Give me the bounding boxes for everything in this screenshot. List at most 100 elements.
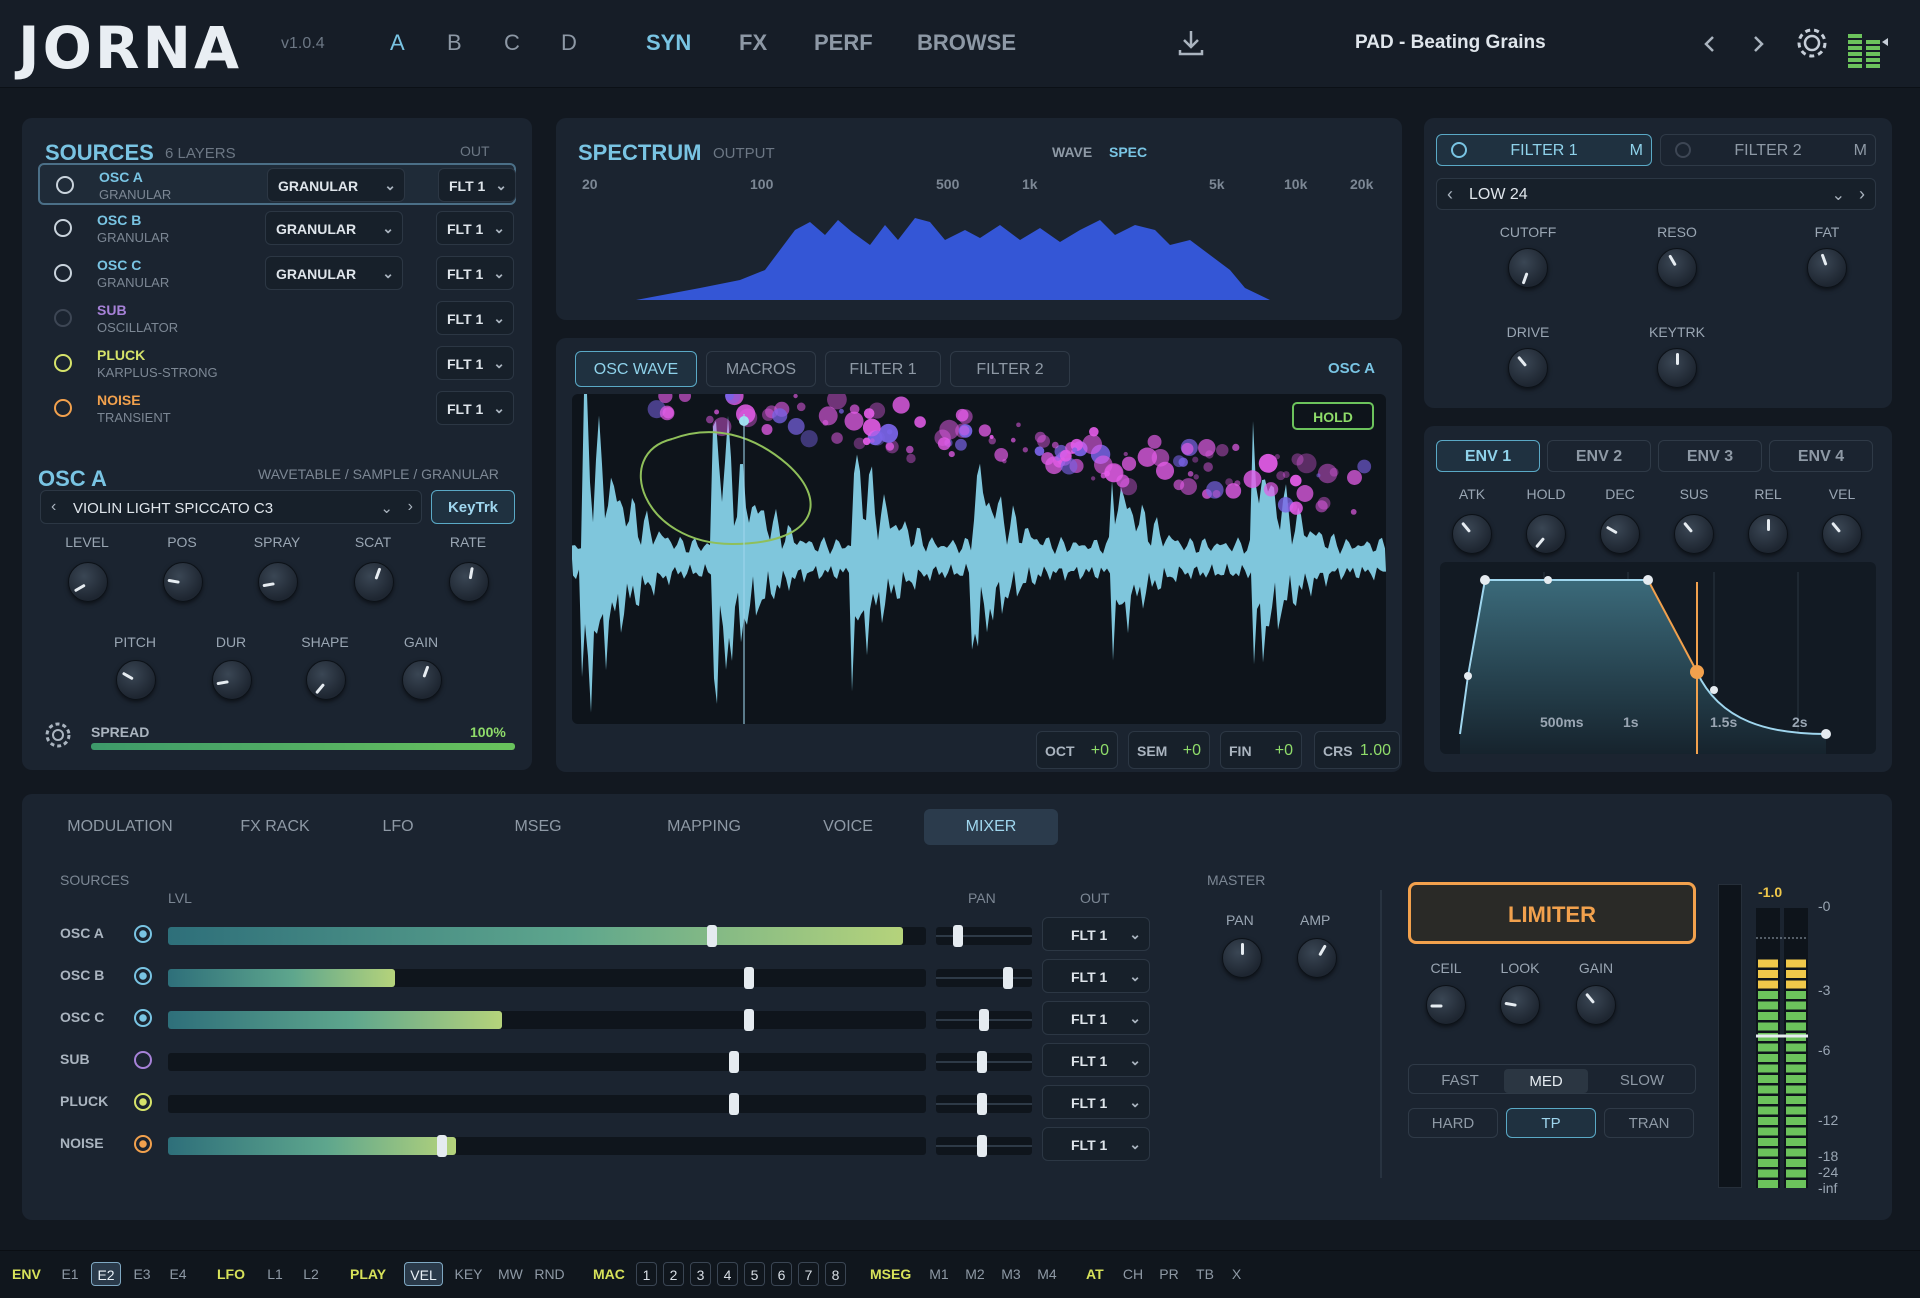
level-thumb[interactable] bbox=[437, 1135, 447, 1157]
play-mw[interactable]: MW bbox=[494, 1262, 527, 1286]
level-slider[interactable] bbox=[168, 927, 926, 945]
pan-thumb[interactable] bbox=[1003, 967, 1013, 989]
tab-env-4[interactable]: ENV 4 bbox=[1769, 440, 1873, 472]
play-vel[interactable]: VEL bbox=[404, 1262, 443, 1286]
mixer-out-select[interactable]: FLT 1 ⌄ bbox=[1042, 959, 1150, 993]
knob-gain[interactable] bbox=[402, 660, 442, 700]
level-slider[interactable] bbox=[168, 1011, 926, 1029]
knob-atk[interactable] bbox=[1452, 514, 1492, 554]
source-out-select[interactable]: FLT 1 ⌄ bbox=[436, 256, 514, 290]
tab-browse[interactable]: BROWSE bbox=[917, 30, 1016, 56]
knob-sus[interactable] bbox=[1674, 514, 1714, 554]
tab-lfo[interactable]: LFO bbox=[336, 809, 460, 845]
mixer-out-select[interactable]: FLT 1 ⌄ bbox=[1042, 1085, 1150, 1119]
power-icon[interactable] bbox=[134, 967, 152, 985]
limit-mode-tp[interactable]: TP bbox=[1506, 1108, 1596, 1138]
knob-hold[interactable] bbox=[1526, 514, 1566, 554]
level-slider[interactable] bbox=[168, 1053, 926, 1071]
slot-d[interactable]: D bbox=[561, 30, 577, 56]
mseg-m3[interactable]: M3 bbox=[996, 1262, 1026, 1286]
tuning-oct[interactable]: OCT +0 bbox=[1036, 731, 1118, 769]
pan-thumb[interactable] bbox=[977, 1051, 987, 1073]
filter-type-select[interactable]: ‹ LOW 24 ⌄ › bbox=[1436, 178, 1876, 210]
tab-voice[interactable]: VOICE bbox=[768, 809, 928, 845]
tab-filter-1[interactable]: FILTER 1 M bbox=[1436, 134, 1652, 166]
tab-osc-wave[interactable]: OSC WAVE bbox=[575, 351, 697, 387]
power-icon[interactable] bbox=[54, 354, 72, 372]
master-amp-knob[interactable] bbox=[1297, 938, 1337, 978]
knob-fat[interactable] bbox=[1807, 248, 1847, 288]
speed-slow[interactable]: SLOW bbox=[1600, 1066, 1684, 1096]
slot-a[interactable]: A bbox=[390, 30, 405, 56]
source-mode-select[interactable]: GRANULAR ⌄ bbox=[265, 211, 403, 245]
pan-slider[interactable] bbox=[936, 1095, 1032, 1113]
pan-thumb[interactable] bbox=[979, 1009, 989, 1031]
knob-reso[interactable] bbox=[1657, 248, 1697, 288]
mseg-m4[interactable]: M4 bbox=[1032, 1262, 1062, 1286]
knob-lim-ceil[interactable] bbox=[1426, 985, 1466, 1025]
mseg-m2[interactable]: M2 bbox=[960, 1262, 990, 1286]
tab-filter-2[interactable]: FILTER 2 bbox=[950, 351, 1070, 387]
chevron-right-icon[interactable] bbox=[1748, 32, 1768, 56]
chevron-left-icon[interactable] bbox=[1700, 32, 1720, 56]
wave-toggle[interactable]: WAVE bbox=[1052, 144, 1092, 160]
tab-mseg[interactable]: MSEG bbox=[476, 809, 600, 845]
mixer-out-select[interactable]: FLT 1 ⌄ bbox=[1042, 1043, 1150, 1077]
tab-fx-rack[interactable]: FX RACK bbox=[195, 809, 355, 845]
env-e1[interactable]: E1 bbox=[55, 1262, 85, 1286]
source-row-noise[interactable]: NOISE TRANSIENT FLT 1 ⌄ bbox=[38, 388, 516, 430]
source-out-select[interactable]: FLT 1 ⌄ bbox=[436, 211, 514, 245]
knob-scat[interactable] bbox=[354, 562, 394, 602]
tab-perf[interactable]: PERF bbox=[814, 30, 873, 56]
play-rnd[interactable]: RND bbox=[530, 1262, 569, 1286]
gear-icon[interactable] bbox=[43, 720, 73, 750]
osc-wave-view[interactable]: HOLD bbox=[572, 394, 1386, 724]
chevron-left-icon[interactable]: ‹ bbox=[51, 498, 56, 516]
pan-slider[interactable] bbox=[936, 1011, 1032, 1029]
at-ch[interactable]: CH bbox=[1118, 1262, 1148, 1286]
power-icon[interactable] bbox=[1451, 142, 1467, 158]
mac-3[interactable]: 3 bbox=[690, 1262, 711, 1286]
at-tb[interactable]: TB bbox=[1190, 1262, 1220, 1286]
tuning-fin[interactable]: FIN +0 bbox=[1220, 731, 1302, 769]
mute-toggle[interactable]: M bbox=[1630, 142, 1643, 160]
tab-env-2[interactable]: ENV 2 bbox=[1547, 440, 1651, 472]
knob-spray[interactable] bbox=[258, 562, 298, 602]
knob-dec[interactable] bbox=[1600, 514, 1640, 554]
knob-drive[interactable] bbox=[1508, 348, 1548, 388]
limiter-button[interactable]: LIMITER bbox=[1408, 882, 1696, 944]
level-thumb[interactable] bbox=[707, 925, 717, 947]
tab-filter-2[interactable]: FILTER 2 M bbox=[1660, 134, 1876, 166]
env-e4[interactable]: E4 bbox=[163, 1262, 193, 1286]
mac-2[interactable]: 2 bbox=[663, 1262, 684, 1286]
knob-pos[interactable] bbox=[163, 562, 203, 602]
env-e2[interactable]: E2 bbox=[91, 1262, 121, 1286]
at-pr[interactable]: PR bbox=[1154, 1262, 1184, 1286]
knob-lim-gain[interactable] bbox=[1576, 985, 1616, 1025]
source-row-pluck[interactable]: PLUCK KARPLUS-STRONG FLT 1 ⌄ bbox=[38, 343, 516, 385]
env-e3[interactable]: E3 bbox=[127, 1262, 157, 1286]
mac-8[interactable]: 8 bbox=[825, 1262, 846, 1286]
chevron-right-icon[interactable]: › bbox=[408, 498, 413, 516]
power-icon[interactable] bbox=[134, 1135, 152, 1153]
mac-7[interactable]: 7 bbox=[798, 1262, 819, 1286]
power-icon[interactable] bbox=[54, 309, 72, 327]
power-icon[interactable] bbox=[134, 1009, 152, 1027]
mixer-row-osc-b[interactable]: OSC B FLT 1 ⌄ bbox=[60, 961, 1150, 991]
speed-med[interactable]: MED bbox=[1504, 1069, 1588, 1093]
knob-cutoff[interactable] bbox=[1508, 248, 1548, 288]
pan-slider[interactable] bbox=[936, 969, 1032, 987]
source-mode-select[interactable]: GRANULAR ⌄ bbox=[267, 168, 405, 202]
mixer-row-noise[interactable]: NOISE FLT 1 ⌄ bbox=[60, 1129, 1150, 1159]
power-icon[interactable] bbox=[1675, 142, 1691, 158]
power-icon[interactable] bbox=[54, 219, 72, 237]
play-key[interactable]: KEY bbox=[449, 1262, 488, 1286]
sample-select[interactable]: ‹ VIOLIN LIGHT SPICCATO C3 ⌄ › bbox=[40, 490, 422, 524]
preset-name[interactable]: PAD - Beating Grains bbox=[1355, 32, 1546, 54]
source-row-osc-a[interactable]: OSC A GRANULAR GRANULAR ⌄ FLT 1 ⌄ bbox=[38, 163, 516, 205]
knob-rel[interactable] bbox=[1748, 514, 1788, 554]
tab-fx[interactable]: FX bbox=[739, 30, 767, 56]
pan-thumb[interactable] bbox=[953, 925, 963, 947]
level-slider[interactable] bbox=[168, 1095, 926, 1113]
source-out-select[interactable]: FLT 1 ⌄ bbox=[438, 168, 516, 202]
